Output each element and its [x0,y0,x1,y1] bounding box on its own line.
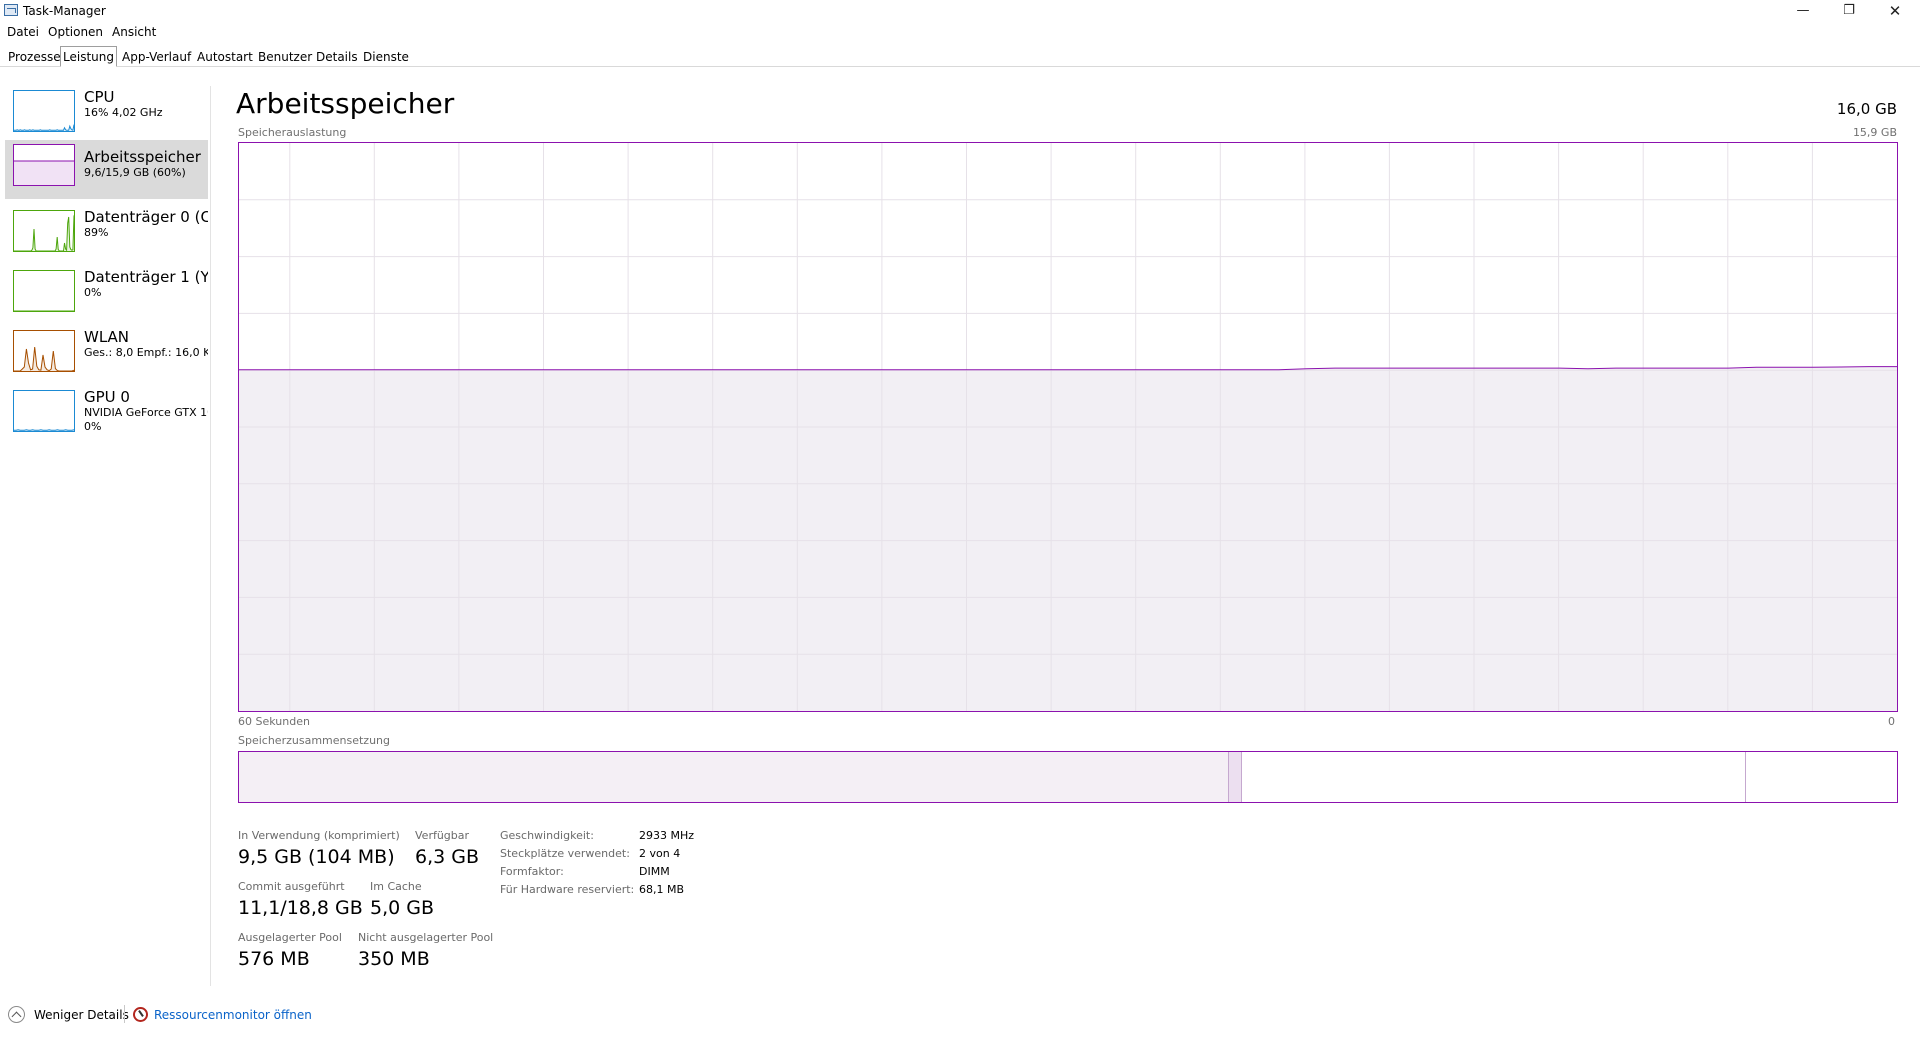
footer-divider [124,1005,125,1023]
usage-chart-label: Speicherauslastung [238,126,347,139]
sidebar-item-name: GPU 0 [84,388,130,406]
sidebar-item-detail: 16% 4,02 GHz [84,106,163,119]
form-factor-label: Formfaktor: [500,865,564,878]
usage-area [239,366,1897,711]
composition-label: Speicherzusammensetzung [238,734,390,747]
nonpaged-pool-value: 350 MB [358,948,430,970]
thumbnail-graph [14,160,74,185]
thumbnail-graph [14,215,74,251]
sidebar-item-name: Arbeitsspeicher [84,148,201,166]
cached-value: 5,0 GB [370,897,435,919]
wlan-thumbnail [13,330,75,372]
tab-leistung[interactable]: Leistung [60,46,117,67]
usage-chart-max: 15,9 GB [1852,126,1897,139]
fewer-details-label: Weniger Details [34,1008,129,1022]
sidebar-item-detail-2: 0% [84,420,102,433]
memory-composition-bar [238,751,1898,803]
commit-label: Commit ausgeführt [238,880,345,893]
disk-0-thumbnail [13,210,75,252]
time-axis-end: 0 [1888,715,1895,728]
maximize-button[interactable]: ❐ [1826,0,1872,24]
cpu-thumbnail [13,90,75,132]
paged-pool-label: Ausgelagerter Pool [238,931,342,944]
window-title: Task-Manager [23,4,106,18]
thumbnail-graph [14,124,74,131]
nonpaged-pool-label: Nicht ausgelagerter Pool [358,931,494,944]
sidebar-item-cpu[interactable]: CPU 16% 4,02 GHz [5,86,208,145]
memory-usage-chart [238,142,1898,712]
disk-1-thumbnail [13,270,75,312]
sidebar-item-wlan[interactable]: WLAN Ges.: 8,0 Empf.: 16,0 KBi [5,326,208,385]
chevron-up-icon [8,1006,25,1023]
paged-pool-value: 576 MB [238,948,310,970]
menu-optionen[interactable]: Optionen [48,25,103,39]
speed-value: 2933 MHz [639,829,695,842]
gpu-0-thumbnail [13,390,75,432]
thumbnail-line [14,215,74,251]
minimize-button[interactable]: — [1780,0,1826,24]
sidebar-item-name: WLAN [84,328,130,346]
form-factor-value: DIMM [639,865,670,878]
in-use-label: In Verwendung (komprimiert) [238,829,400,842]
thumbnail-graph [14,429,74,431]
composition-standby[interactable] [1242,752,1746,802]
speed-label: Geschwindigkeit: [500,829,594,842]
sidebar-item-disk-1[interactable]: Datenträger 1 (Y:) 0% [5,266,208,325]
tab-benutzer[interactable]: Benutzer [256,48,314,67]
sidebar-item-gpu-0[interactable]: GPU 0 NVIDIA GeForce GTX 10 0% [5,386,208,448]
available-value: 6,3 GB [415,846,480,868]
menu-ansicht[interactable]: Ansicht [112,25,156,39]
sidebar-item-name: CPU [84,88,115,106]
available-label: Verfügbar [415,829,470,842]
composition-modified[interactable] [1229,752,1242,802]
sidebar-item-detail: 0% [84,286,102,299]
time-axis-start: 60 Sekunden [238,715,310,728]
slots-label: Steckplätze verwendet: [500,847,630,860]
tab-bar: Prozesse Leistung App-Verlauf Autostart … [0,46,1920,67]
tab-details[interactable]: Details [314,48,360,67]
performance-sidebar: CPU 16% 4,02 GHz Arbeitsspeicher 9,6/15,… [0,86,211,986]
tab-autostart[interactable]: Autostart [195,48,255,67]
menu-datei[interactable]: Datei [7,25,39,39]
close-button[interactable]: ✕ [1872,0,1918,24]
page-title: Arbeitsspeicher [236,87,455,120]
sidebar-item-name: Datenträger 0 (C: D [84,208,208,226]
tab-prozesse[interactable]: Prozesse [6,48,63,67]
task-manager-icon [4,4,18,16]
in-use-value: 9,5 GB (104 MB) [238,846,395,868]
tab-app-verlauf[interactable]: App-Verlauf [120,48,193,67]
commit-value: 11,1/18,8 GB [238,897,363,919]
sidebar-item-detail: 89% [84,226,109,239]
thumbnail-graph [14,346,74,371]
cached-label: Im Cache [370,880,422,893]
composition-free[interactable] [1746,752,1897,802]
total-memory: 16,0 GB [1836,100,1897,118]
title-bar: Task-Manager — ❐ ✕ [0,0,1920,24]
sidebar-item-memory[interactable]: Arbeitsspeicher 9,6/15,9 GB (60%) [5,140,208,199]
slots-value: 2 von 4 [639,847,681,860]
sidebar-item-detail: NVIDIA GeForce GTX 10 [84,406,208,419]
hardware-reserved-value: 68,1 MB [639,883,685,896]
memory-thumbnail [13,144,75,186]
resource-monitor-icon [133,1007,148,1022]
thumbnail-area [14,161,74,185]
memory-usage-plot [239,143,1897,711]
sidebar-item-detail: 9,6/15,9 GB (60%) [84,166,186,179]
thumbnail-line [14,124,74,131]
tab-dienste[interactable]: Dienste [361,48,411,67]
composition-in-use[interactable] [239,752,1229,802]
thumbnail-graph [14,310,74,311]
sidebar-item-name: Datenträger 1 (Y:) [84,268,208,286]
resource-monitor-label: Ressourcenmonitor öffnen [154,1008,312,1022]
hardware-reserved-label: Für Hardware reserviert: [500,883,635,896]
sidebar-item-detail: Ges.: 8,0 Empf.: 16,0 KBi [84,346,208,359]
sidebar-item-disk-0[interactable]: Datenträger 0 (C: D 89% [5,206,208,265]
